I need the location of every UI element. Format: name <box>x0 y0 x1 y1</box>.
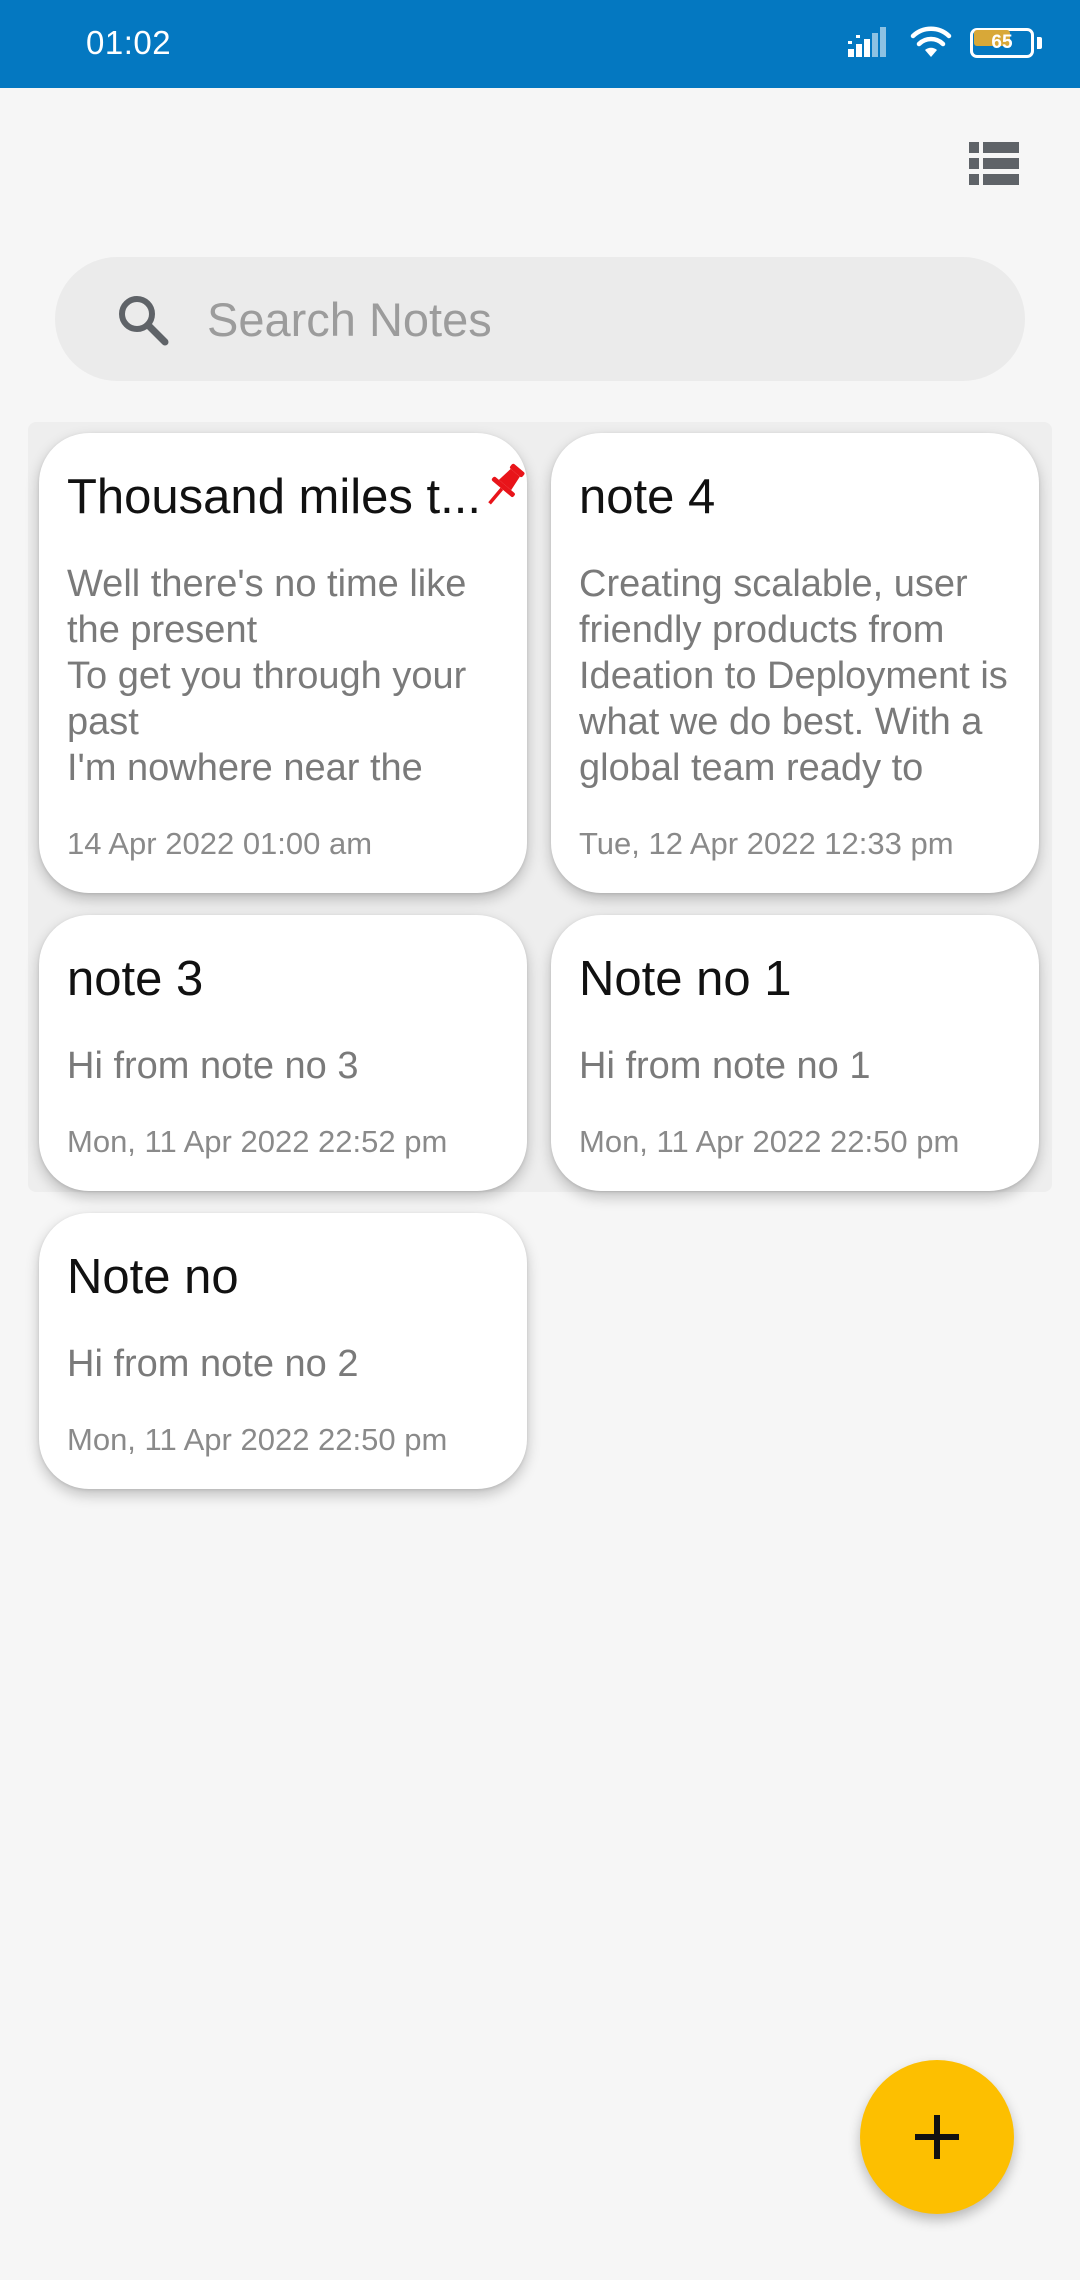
list-view-icon <box>969 142 1019 185</box>
note-card[interactable]: note 3 Hi from note no 3 Mon, 11 Apr 202… <box>39 915 527 1191</box>
pin-icon <box>488 463 525 505</box>
view-toggle-button[interactable] <box>964 138 1024 190</box>
note-title: note 4 <box>579 470 716 524</box>
signal-icon <box>848 25 892 64</box>
note-body: Hi from note no 2 <box>67 1343 359 1385</box>
note-date: Tue, 12 Apr 2022 12:33 pm <box>579 826 954 861</box>
status-icons: 65 <box>848 24 1042 64</box>
note-card[interactable]: note 4 Creating scalable, user friendly … <box>551 433 1039 893</box>
note-title: Note no 1 <box>579 952 792 1006</box>
note-body: Well there's no time like the present To… <box>67 563 467 789</box>
note-body: Hi from note no 1 <box>579 1045 871 1087</box>
status-bar: 01:02 65 <box>0 0 1080 88</box>
note-date: Mon, 11 Apr 2022 22:50 pm <box>579 1124 960 1159</box>
note-title: Thousand miles t... <box>67 470 481 524</box>
battery-level: 65 <box>991 32 1013 53</box>
plus-icon <box>915 2115 959 2159</box>
note-title: Note no <box>67 1250 239 1304</box>
note-date: 14 Apr 2022 01:00 am <box>67 826 373 861</box>
search-bar[interactable] <box>55 257 1025 381</box>
add-note-button[interactable] <box>860 2060 1014 2214</box>
status-time: 01:02 <box>86 24 172 61</box>
wifi-icon <box>910 25 952 64</box>
note-card[interactable]: Thousand miles t... Well there's no time… <box>39 433 527 893</box>
note-body: Hi from note no 3 <box>67 1045 359 1087</box>
note-date: Mon, 11 Apr 2022 22:52 pm <box>67 1124 448 1159</box>
note-date: Mon, 11 Apr 2022 22:50 pm <box>67 1422 448 1457</box>
note-card[interactable]: Note no Hi from note no 2 Mon, 11 Apr 20… <box>39 1213 527 1489</box>
battery-icon: 65 <box>970 26 1042 62</box>
search-icon <box>119 296 169 346</box>
note-card[interactable]: Note no 1 Hi from note no 1 Mon, 11 Apr … <box>551 915 1039 1191</box>
note-title: note 3 <box>67 952 204 1006</box>
search-input[interactable] <box>207 287 967 351</box>
note-body: Creating scalable, user friendly product… <box>579 563 1008 789</box>
